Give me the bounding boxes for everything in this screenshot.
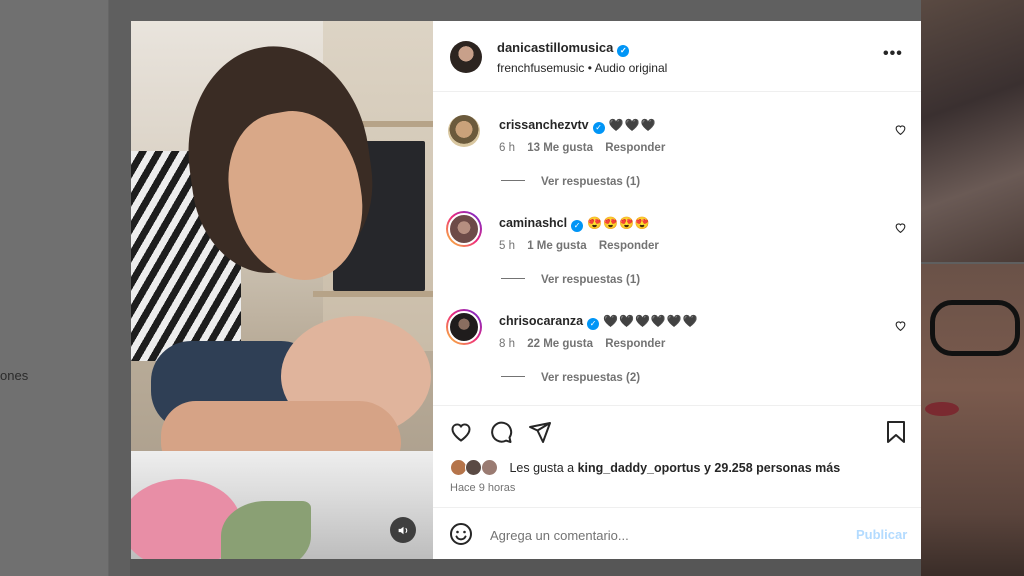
avatar-image [448, 311, 480, 343]
comment-text: 🖤🖤🖤🖤🖤🖤 [603, 314, 699, 328]
share-icon[interactable] [528, 420, 552, 444]
verified-badge-icon: ✓ [587, 317, 600, 330]
comment-text: 🖤🖤🖤 [608, 118, 657, 132]
reply-button[interactable]: Responder [599, 240, 659, 252]
view-replies-label: Ver respuestas (1) [541, 176, 641, 188]
background-thumbnail-detail [925, 402, 959, 416]
comment-age: 5 h [499, 240, 515, 252]
comment-line: caminashcl ✓ 😍😍😍😍 [499, 216, 651, 232]
more-options-icon[interactable]: ••• [883, 45, 903, 63]
likes-summary: Les gusta a king_daddy_oportus y 29.258 … [450, 459, 840, 476]
reply-button[interactable]: Responder [605, 142, 665, 154]
view-replies-label: Ver respuestas (1) [541, 274, 641, 286]
author-row: danicastillomusica ✓ [497, 40, 630, 57]
post-header: danicastillomusica ✓ frenchfusemusic • Au… [433, 21, 921, 92]
heart-icon[interactable] [894, 123, 907, 136]
comment-line: chrisocaranza ✓ 🖤🖤🖤🖤🖤🖤 [499, 314, 699, 330]
comment-input[interactable] [488, 522, 822, 548]
verified-badge-icon: ✓ [592, 121, 605, 134]
comment-item: crissanchezvtv ✓ 🖤🖤🖤 6 h 13 Me gusta Respo… [433, 115, 921, 213]
verified-badge-icon: ✓ [571, 219, 584, 232]
view-replies-button[interactable]: Ver respuestas (2) [501, 372, 640, 384]
liker-avatar [450, 459, 467, 476]
commenter-avatar[interactable] [446, 211, 482, 247]
background-grid-bottom [130, 559, 921, 576]
volume-icon [398, 526, 407, 534]
view-replies-button[interactable]: Ver respuestas (1) [501, 176, 640, 188]
author-username[interactable]: danicastillomusica [497, 40, 613, 55]
background-sidebar [0, 0, 108, 576]
commenter-avatar[interactable] [446, 309, 482, 345]
comment-meta: 8 h 22 Me gusta Responder [499, 338, 674, 350]
comment-item: chrisocaranza ✓ 🖤🖤🖤🖤🖤🖤 8 h 22 Me gusta Res… [433, 309, 921, 409]
audio-label[interactable]: frenchfusemusic • Audio original [497, 61, 667, 75]
author-avatar[interactable] [450, 41, 482, 73]
liker-avatar [465, 459, 483, 476]
background-grid-top [130, 0, 921, 21]
photo-shelf [313, 291, 433, 297]
comment-likes[interactable]: 1 Me gusta [527, 240, 586, 252]
photo-leaf [221, 501, 311, 559]
heart-icon[interactable] [894, 319, 907, 332]
view-replies-button[interactable]: Ver respuestas (1) [501, 274, 640, 286]
post-panel: danicastillomusica ✓ frenchfusemusic • Au… [433, 21, 921, 559]
heart-icon[interactable] [449, 420, 473, 444]
volume-button[interactable] [390, 517, 416, 543]
post-time[interactable]: Hace 9 horas [450, 482, 515, 494]
verified-badge-icon: ✓ [617, 44, 630, 57]
bookmark-icon[interactable] [885, 420, 907, 444]
commenter-username[interactable]: caminashcl [499, 216, 567, 230]
comment-line: crissanchezvtv ✓ 🖤🖤🖤 [499, 118, 656, 134]
likes-prefix: Les gusta a [509, 461, 575, 475]
comment-likes[interactable]: 13 Me gusta [527, 142, 593, 154]
reply-button[interactable]: Responder [605, 338, 665, 350]
post-photo[interactable] [131, 21, 433, 559]
comment-text: 😍😍😍😍 [587, 216, 651, 230]
commenter-avatar[interactable] [448, 115, 480, 147]
liker-username[interactable]: king_daddy_oportus [578, 461, 701, 475]
comment-age: 6 h [499, 142, 515, 154]
liker-avatar [480, 459, 498, 476]
heart-icon[interactable] [894, 221, 907, 234]
background-divider [108, 0, 109, 576]
replies-dash [501, 180, 525, 181]
comment-age: 8 h [499, 338, 515, 350]
add-comment-bar: Publicar [433, 507, 921, 560]
emoji-icon[interactable] [449, 522, 473, 546]
view-replies-label: Ver respuestas (2) [541, 372, 641, 384]
commenter-username[interactable]: crissanchezvtv [499, 118, 589, 132]
comment-item: caminashcl ✓ 😍😍😍😍 5 h 1 Me gusta Responder… [433, 211, 921, 311]
comment-icon[interactable] [489, 420, 513, 444]
background-sidebar-label: ones [0, 368, 29, 383]
background-thumbnail [921, 0, 1024, 262]
replies-dash [501, 278, 525, 279]
commenter-username[interactable]: chrisocaranza [499, 314, 583, 328]
comment-meta: 6 h 13 Me gusta Responder [499, 142, 674, 154]
background-thumbnail-detail [930, 300, 1020, 356]
comment-meta: 5 h 1 Me gusta Responder [499, 240, 668, 252]
replies-dash [501, 376, 525, 377]
publish-button[interactable]: Publicar [856, 527, 907, 542]
comment-likes[interactable]: 22 Me gusta [527, 338, 593, 350]
avatar-image [448, 213, 480, 245]
likes-count[interactable]: y 29.258 personas más [704, 461, 840, 475]
